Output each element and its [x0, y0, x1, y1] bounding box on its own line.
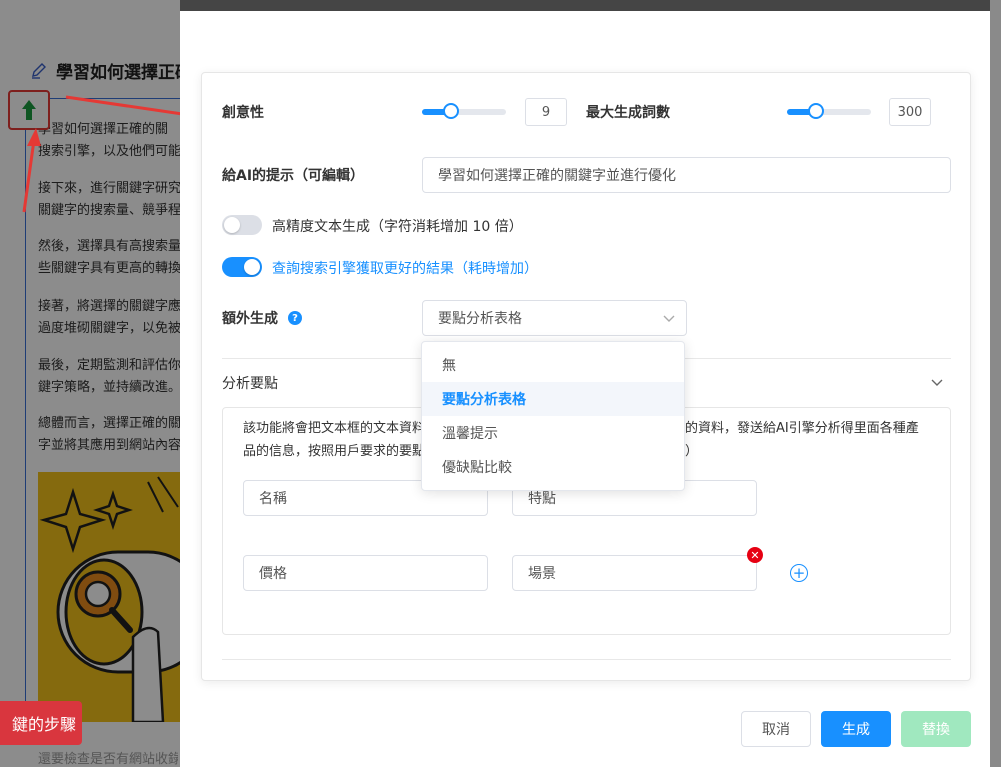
chevron-down-icon	[663, 315, 675, 322]
analysis-description-2b: ）	[685, 444, 699, 459]
extra-generate-dropdown: 無 要點分析表格 溫馨提示 優缺點比較	[421, 341, 685, 491]
prompt-input[interactable]: 學習如何選擇正確的關鍵字並進行優化	[422, 157, 951, 193]
max-words-slider[interactable]	[787, 103, 871, 119]
dropdown-option-key-points-table[interactable]: 要點分析表格	[422, 382, 684, 416]
article-bottom-text: 還要檢查是否有網站收錄	[38, 752, 178, 767]
dropdown-option-tips[interactable]: 溫馨提示	[422, 416, 684, 450]
creativity-slider-knob[interactable]	[443, 103, 460, 119]
pen-icon	[32, 62, 46, 79]
article-paragraph: 接著，將選擇的關鍵字應 過度堆砌關鍵字，以免被	[38, 299, 182, 336]
red-action-button[interactable]: 鍵的步驟	[0, 701, 82, 745]
creativity-value-input[interactable]: 9	[525, 98, 567, 126]
article-title-text: 學習如何選擇正確	[56, 63, 192, 83]
dropdown-option-pros-cons[interactable]: 優缺點比較	[422, 450, 684, 484]
max-words-value-input[interactable]: 300	[889, 98, 931, 126]
prompt-label: 給AI的提示（可編輯）	[222, 168, 365, 184]
search-engine-toggle[interactable]	[222, 257, 262, 277]
article-paragraph: 總體而言，選擇正確的關 字並將其應用到網站內容	[38, 416, 182, 453]
up-arrow-icon	[22, 100, 36, 120]
extra-generate-select[interactable]: 要點分析表格	[422, 300, 687, 336]
replace-button[interactable]: 替換	[901, 711, 971, 747]
analysis-description-1a: 該功能將會把文本框的文本資料	[243, 421, 426, 436]
article-illustration	[38, 472, 183, 722]
creativity-label: 創意性	[222, 105, 264, 121]
dropdown-option-none[interactable]: 無	[422, 348, 684, 382]
analysis-description-2a: 品的信息，按照用戶要求的要點	[243, 444, 426, 459]
max-words-label: 最大生成詞數	[586, 105, 670, 121]
cancel-button[interactable]: 取消	[741, 711, 811, 747]
field-price[interactable]: 價格	[243, 555, 488, 591]
field-scene[interactable]: 場景	[512, 555, 757, 591]
search-engine-label: 查詢搜索引擎獲取更好的結果（耗時增加）	[272, 261, 538, 277]
extra-generate-label: 額外生成	[222, 311, 278, 327]
high-precision-label: 高精度文本生成（字符消耗增加 10 倍）	[272, 219, 523, 235]
help-icon[interactable]: ?	[288, 311, 302, 325]
analysis-section-title: 分析要點	[222, 376, 278, 392]
article-title: 學習如何選擇正確	[30, 58, 192, 83]
article-paragraph: 學習如何選擇正確的關 搜索引擎，以及他們可能	[38, 122, 182, 159]
extra-generate-selected: 要點分析表格	[438, 311, 522, 327]
section-divider	[222, 659, 951, 660]
generate-button[interactable]: 生成	[821, 711, 891, 747]
upload-button[interactable]	[8, 90, 50, 130]
add-field-icon[interactable]: +	[790, 564, 808, 582]
article-paragraph: 然後，選擇具有高搜索量 些關鍵字具有更高的轉換	[38, 239, 182, 276]
high-precision-toggle[interactable]	[222, 215, 262, 235]
chevron-down-icon[interactable]	[931, 379, 943, 387]
creativity-slider[interactable]	[422, 103, 506, 119]
remove-field-icon[interactable]: ✕	[747, 547, 763, 563]
ai-generate-drawer: 創意性 9 最大生成詞數 300 給AI的提示（可編輯） 學習如何選擇正確的關鍵…	[180, 11, 990, 767]
max-words-slider-knob[interactable]	[808, 103, 825, 119]
analysis-description-1b: 的資料，發送給AI引擎分析得里面各種產	[685, 421, 919, 436]
article-paragraph: 最後，定期監測和評估你 鍵字策略，並持續改進。	[38, 358, 182, 395]
article-paragraph: 接下來，進行關鍵字研究 關鍵字的搜索量、競爭程	[38, 181, 182, 218]
page-scroll-edge	[990, 0, 1001, 767]
